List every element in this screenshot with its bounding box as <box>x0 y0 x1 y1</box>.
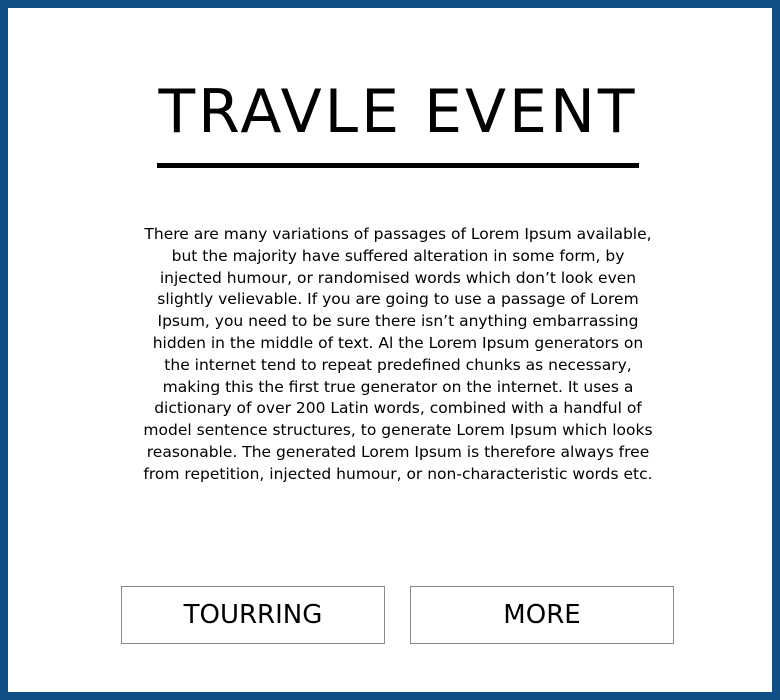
page-title: TRAVLE EVENT <box>158 77 638 147</box>
more-button[interactable]: MORE <box>410 586 674 644</box>
title-underline-divider <box>157 163 639 168</box>
description-paragraph: There are many variations of passages of… <box>143 225 653 483</box>
touring-button[interactable]: TOURRING <box>121 586 385 644</box>
more-button-label: MORE <box>503 600 581 630</box>
page-frame: TRAVLE EVENT There are many variations o… <box>0 0 780 700</box>
touring-button-label: TOURRING <box>183 600 323 630</box>
